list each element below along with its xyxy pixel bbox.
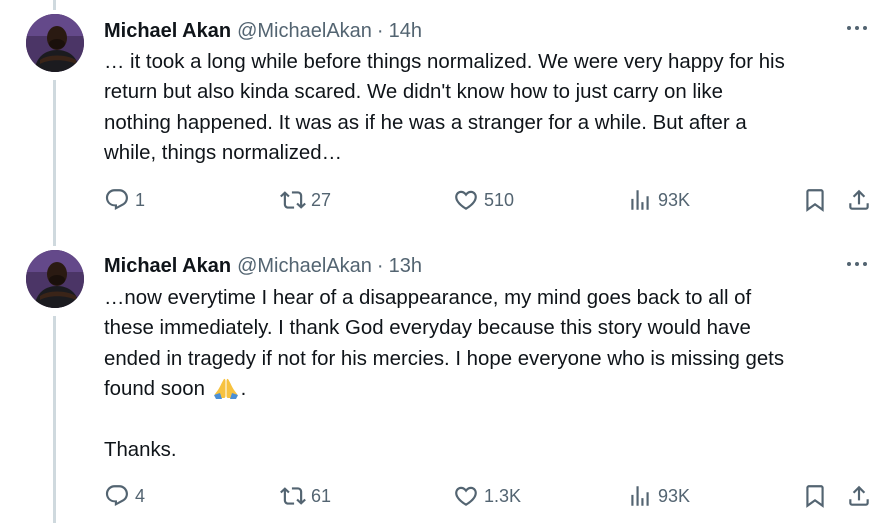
bookmark-icon: [806, 189, 824, 212]
reply-button[interactable]: 4: [104, 481, 145, 511]
avatar[interactable]: [26, 14, 84, 72]
tweet-text-fragment: .: [240, 378, 247, 401]
views-button[interactable]: 93K: [627, 185, 690, 215]
tweet-closing: Thanks.: [104, 439, 177, 462]
more-icon: [847, 262, 867, 266]
author-handle[interactable]: @MichaelAkan: [237, 20, 372, 43]
like-count: 1.3K: [484, 485, 522, 506]
tweet-text-line: ended in tragedy if not for his mercies.…: [104, 347, 785, 370]
share-button[interactable]: [846, 481, 872, 511]
thread-line-top: [53, 0, 56, 10]
retweet-icon: [280, 191, 306, 209]
tweet-header: Michael Akan @MichaelAkan · 13h: [104, 253, 422, 279]
reply-count: 1: [135, 189, 146, 210]
like-count: 510: [484, 189, 515, 210]
tweet-text-line: …now everytime I hear of a disappearance…: [104, 287, 752, 309]
views-count: 93K: [658, 485, 691, 506]
tweet-1[interactable]: Michael Akan @MichaelAkan · 14h … it too…: [0, 14, 891, 229]
reply-icon: [105, 485, 128, 507]
more-icon: [847, 26, 867, 30]
timestamp[interactable]: 14h: [389, 20, 422, 43]
tweet-text-fragment: found soon: [104, 378, 211, 401]
more-button[interactable]: [843, 254, 871, 274]
bookmark-button[interactable]: [802, 185, 828, 215]
author-name[interactable]: Michael Akan: [104, 255, 231, 278]
tweet-text: … it took a long while before things nor…: [104, 47, 874, 169]
tweet-header: Michael Akan @MichaelAkan · 14h: [104, 18, 422, 44]
reply-count: 4: [135, 485, 146, 506]
folded-hands-emoji: [213, 379, 238, 400]
reply-button[interactable]: 1: [104, 185, 145, 215]
retweet-count: 61: [311, 485, 332, 506]
tweet-text: …now everytime I hear of a disappearance…: [104, 283, 874, 465]
separator-dot: ·: [376, 19, 384, 42]
reply-icon: [105, 189, 128, 211]
views-icon: [631, 486, 649, 506]
tweet-text-line: … it took a long while before things nor…: [104, 51, 785, 73]
more-button[interactable]: [843, 18, 871, 38]
tweet-text-line: these immediately. I thank God everyday …: [104, 317, 751, 340]
action-bar: 1 27 510 93K: [0, 185, 891, 215]
tweet-text-line: return but also kinda scared. We didn't …: [104, 81, 723, 104]
avatar[interactable]: [26, 250, 84, 308]
heart-icon: [455, 486, 477, 506]
separator-dot: ·: [376, 254, 384, 277]
author-name[interactable]: Michael Akan: [104, 20, 231, 43]
views-count: 93K: [658, 189, 691, 210]
share-button[interactable]: [846, 185, 872, 215]
views-button[interactable]: 93K: [627, 481, 690, 511]
like-button[interactable]: 510: [453, 185, 514, 215]
tweet-text-blank: [104, 405, 874, 435]
author-handle[interactable]: @MichaelAkan: [237, 255, 372, 278]
timestamp[interactable]: 13h: [389, 255, 422, 278]
retweet-count: 27: [311, 189, 332, 210]
tweet-text-line: while, things normalized…: [104, 142, 342, 165]
share-icon: [849, 189, 869, 210]
retweet-button[interactable]: 61: [280, 481, 331, 511]
tweet-text-line: nothing happened. It was as if he was a …: [104, 111, 747, 134]
action-bar: 4 61 1.3K 93K: [0, 481, 891, 511]
heart-icon: [455, 190, 477, 210]
retweet-icon: [280, 487, 306, 505]
retweet-button[interactable]: 27: [280, 185, 331, 215]
tweet-text-line: found soon .: [104, 374, 874, 404]
share-icon: [849, 485, 869, 506]
like-button[interactable]: 1.3K: [453, 481, 521, 511]
views-icon: [631, 190, 649, 210]
tweet-2[interactable]: Michael Akan @MichaelAkan · 13h …now eve…: [0, 250, 891, 523]
bookmark-button[interactable]: [802, 481, 828, 511]
bookmark-icon: [806, 485, 824, 508]
